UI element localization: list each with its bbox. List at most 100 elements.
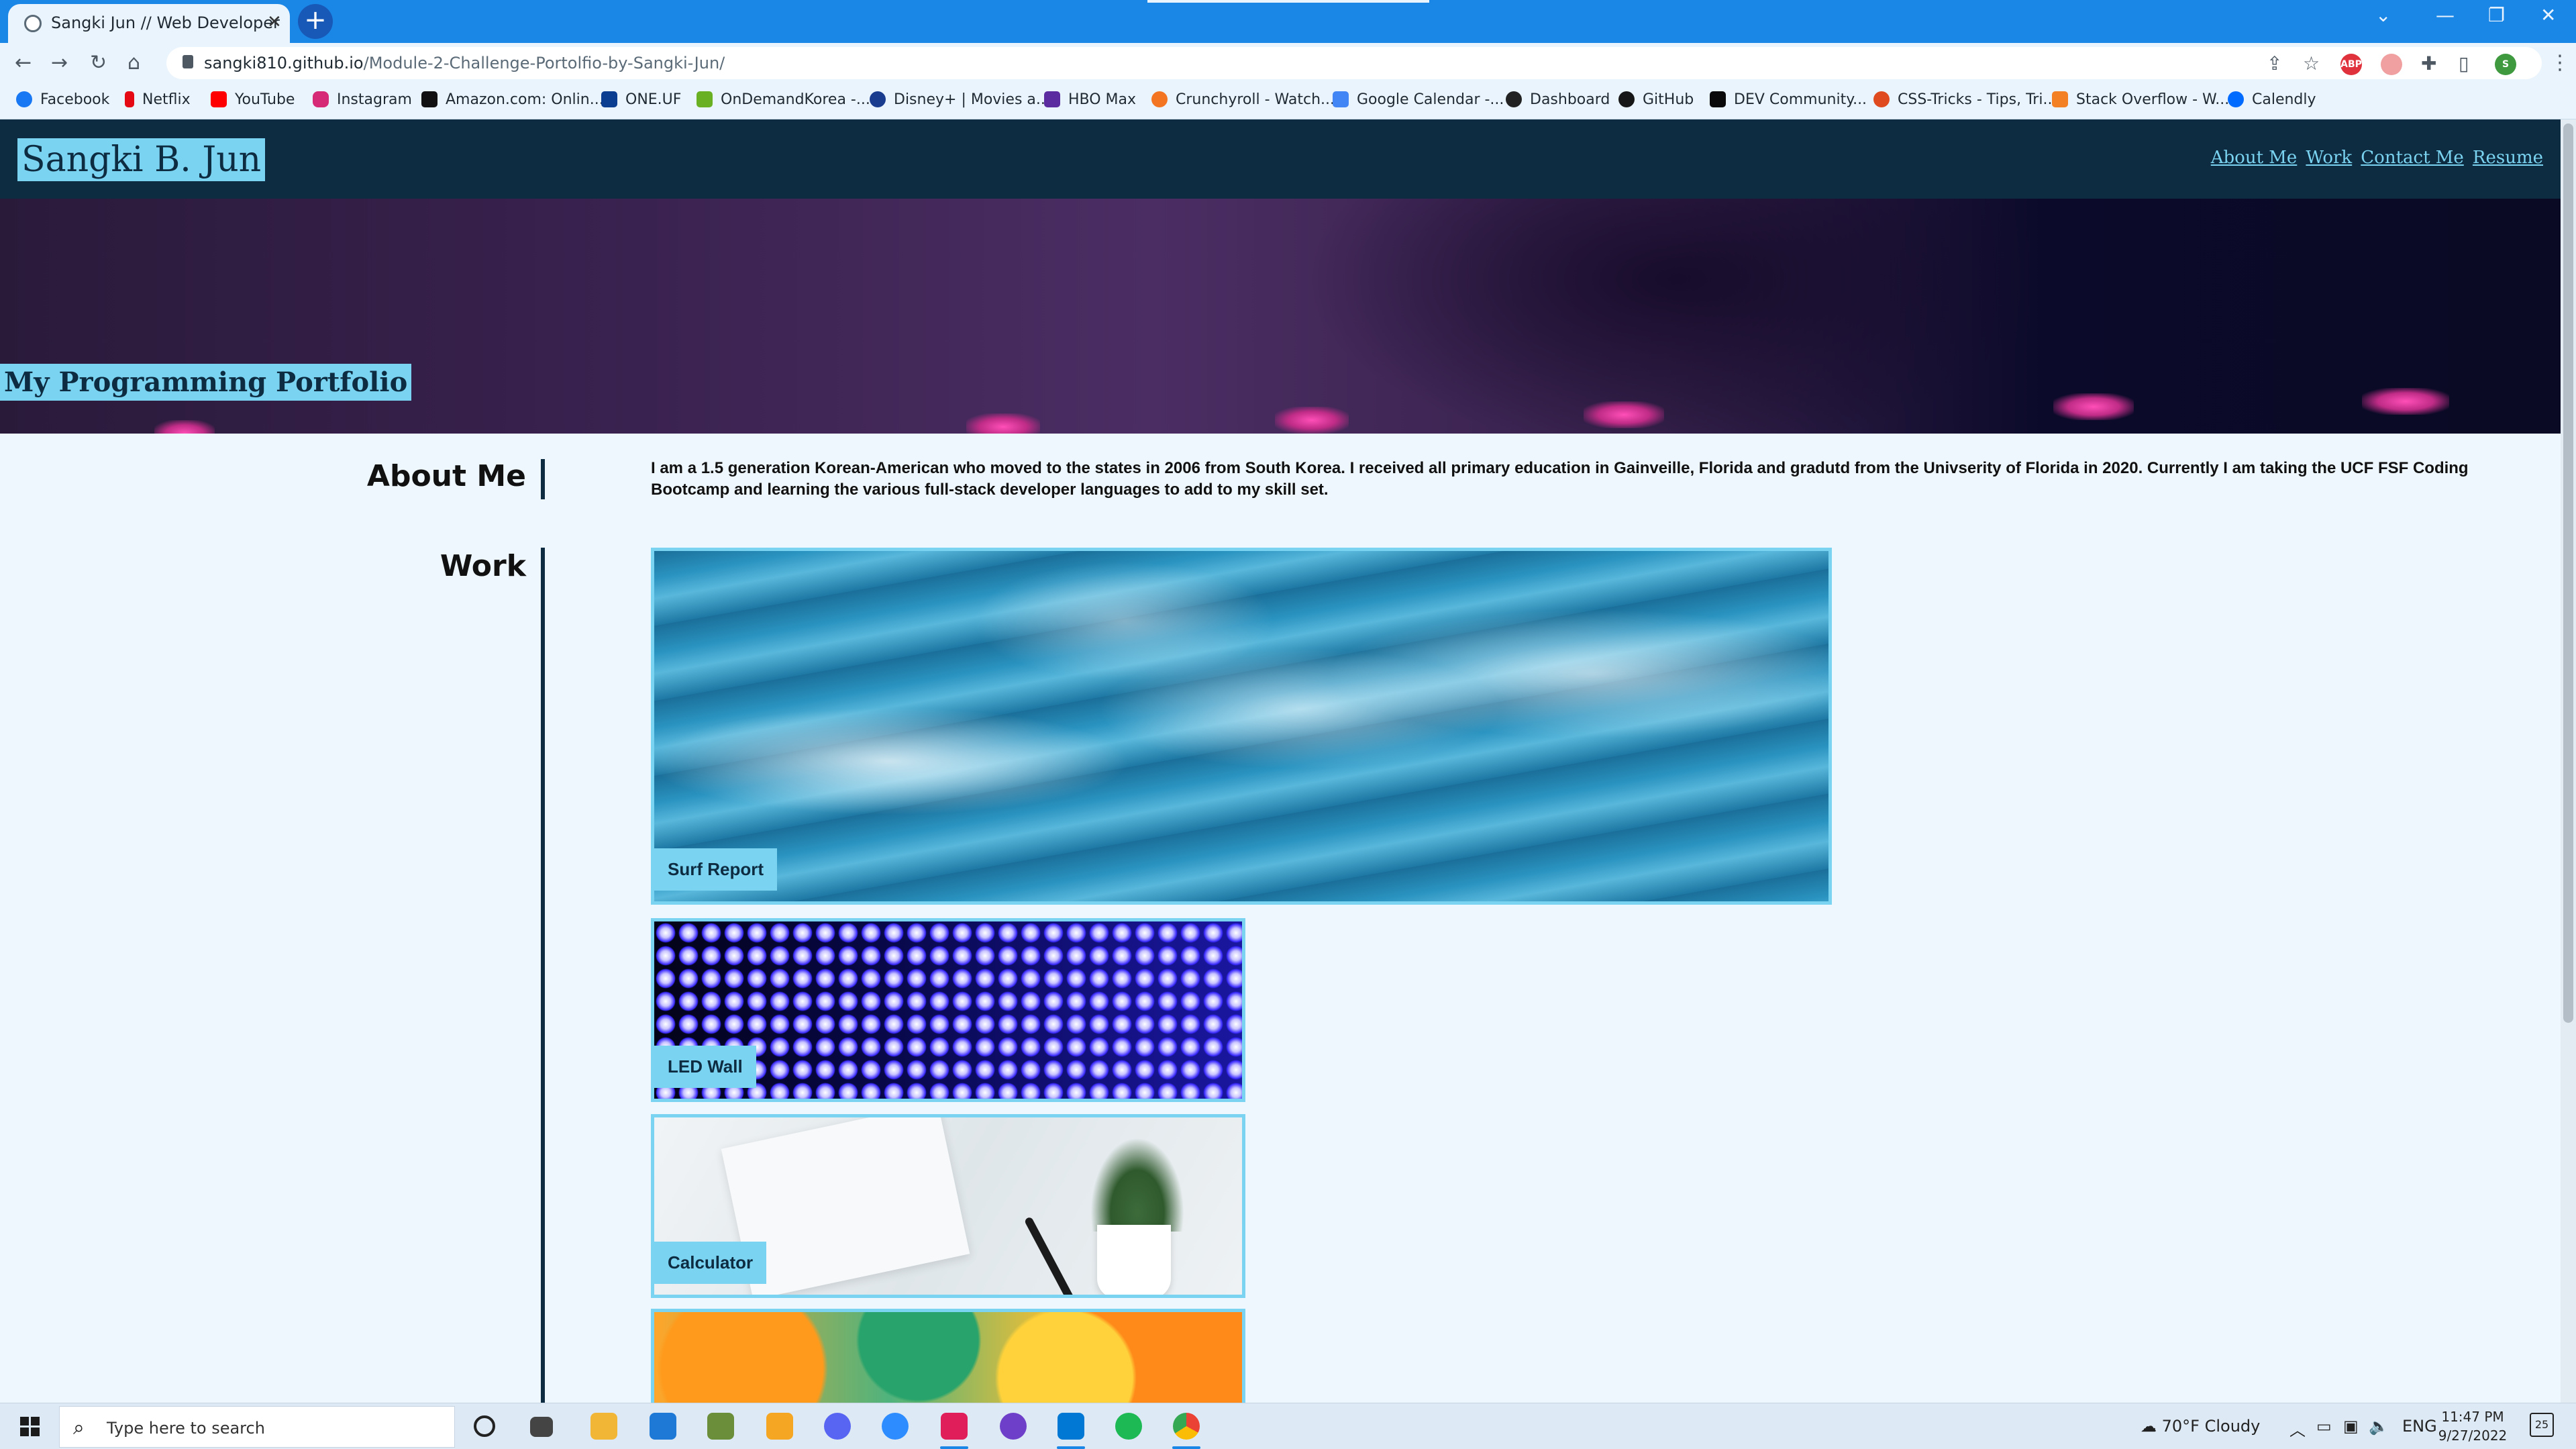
file-explorer-icon[interactable] (590, 1413, 617, 1440)
dev-icon (1710, 91, 1726, 107)
nav-link-contact-me[interactable]: Contact Me (2361, 148, 2464, 168)
github-desktop-icon[interactable] (1000, 1413, 1027, 1440)
bookmark-dashboard[interactable]: Dashboard (1506, 91, 1610, 108)
zoom-icon[interactable] (882, 1413, 909, 1440)
home-icon[interactable]: ⌂ (127, 51, 140, 74)
taskbar-search-box[interactable]: ⌕ Type here to search (59, 1406, 455, 1448)
bookmark-dev-community[interactable]: DEV Community... (1710, 91, 1867, 108)
stackoverflow-icon (2052, 91, 2068, 107)
notification-center-icon[interactable]: 25 (2530, 1413, 2554, 1437)
vscode-icon[interactable] (1058, 1413, 1084, 1440)
about-divider (541, 459, 545, 499)
address-bar[interactable]: sangki810.github.io/Module-2-Challenge-P… (166, 47, 2542, 79)
windows-taskbar: ⌕ Type here to search ☁ 70°F Cloudy ︿ ▭ … (0, 1403, 2576, 1449)
bookmark-ondemandkorea[interactable]: OnDemandKorea -... (697, 91, 870, 108)
browser-menu-icon[interactable]: ⋮ (2550, 51, 2570, 74)
weather-widget[interactable]: ☁ 70°F Cloudy (2141, 1417, 2260, 1436)
onedrive-icon[interactable]: ▭ (2316, 1417, 2332, 1436)
lock-icon[interactable] (183, 55, 193, 68)
browser-tab-active[interactable]: Sangki Jun // Web Developer ✕ (8, 4, 290, 43)
bookmark-one-uf[interactable]: ONE.UF (601, 91, 681, 108)
hero-shadow (1275, 199, 2080, 434)
bookmark-css-tricks[interactable]: CSS-Tricks - Tips, Tri... (1873, 91, 2057, 108)
show-hidden-icons-icon[interactable]: ︿ (2289, 1417, 2306, 1440)
restore-window-icon[interactable]: ❐ (2488, 4, 2505, 26)
vlc-icon[interactable] (766, 1413, 793, 1440)
ondemandkorea-icon (697, 91, 713, 107)
amazon-icon (421, 91, 437, 107)
tab-title: Sangki Jun // Web Developer (51, 13, 280, 32)
share-icon[interactable]: ⇪ (2267, 52, 2282, 74)
bookmark-disney[interactable]: Disney+ | Movies a... (870, 91, 1050, 108)
keyboard-key-glow (1584, 401, 1664, 428)
network-icon[interactable]: ▣ (2343, 1417, 2359, 1436)
spotify-icon[interactable] (1115, 1413, 1142, 1440)
tab-search-chevron-icon[interactable]: ⌄ (2375, 4, 2391, 26)
bookmark-stack-overflow[interactable]: Stack Overflow - W... (2052, 91, 2229, 108)
bookmark-google-calendar[interactable]: Google Calendar -... (1333, 91, 1504, 108)
hbomax-icon (1044, 91, 1060, 107)
nav-link-work[interactable]: Work (2306, 148, 2352, 168)
search-placeholder[interactable]: Type here to search (107, 1419, 265, 1438)
windows-start-icon[interactable] (20, 1417, 40, 1437)
bookmark-amazon[interactable]: Amazon.com: Onlin... (421, 91, 604, 108)
extension-icon[interactable] (2381, 54, 2402, 75)
discord-icon[interactable] (824, 1413, 851, 1440)
scrollbar-thumb[interactable] (2563, 123, 2573, 1023)
reload-icon[interactable]: ↻ (90, 51, 107, 74)
back-arrow-icon[interactable]: ← (15, 51, 32, 74)
project-card-led-wall[interactable]: LED Wall (651, 918, 1245, 1102)
new-tab-button[interactable]: + (298, 4, 333, 39)
nav-link-resume[interactable]: Resume (2473, 148, 2543, 168)
bookmark-crunchyroll[interactable]: Crunchyroll - Watch... (1151, 91, 1335, 108)
site-nav: About Me Work Contact Me Resume (2206, 148, 2543, 168)
close-tab-icon[interactable]: ✕ (267, 12, 282, 32)
volume-icon[interactable]: 🔈 (2369, 1417, 2389, 1436)
clock-time: 11:47 PM (2441, 1409, 2504, 1425)
task-view-icon[interactable] (530, 1417, 553, 1437)
bookmark-star-icon[interactable]: ☆ (2303, 52, 2320, 74)
project-label[interactable]: LED Wall (654, 1046, 756, 1088)
close-window-icon[interactable]: ✕ (2540, 4, 2556, 26)
globe-favicon-icon (24, 15, 42, 32)
project-card-calculator[interactable]: Calculator (651, 1114, 1245, 1298)
facebook-icon (16, 91, 32, 107)
slack-icon[interactable] (941, 1413, 968, 1440)
bookmark-calendly[interactable]: Calendly (2228, 91, 2316, 108)
work-divider (541, 548, 545, 1403)
github-icon (1618, 91, 1635, 107)
extensions-puzzle-icon[interactable]: ✚ (2421, 52, 2436, 74)
cloud-icon: ☁ (2141, 1417, 2162, 1436)
site-header: Sangki B. Jun About Me Work Contact Me R… (0, 119, 2561, 199)
taskbar-clock[interactable]: 11:47 PM 9/27/2022 (2429, 1407, 2516, 1445)
cortana-icon[interactable] (474, 1415, 495, 1437)
crunchyroll-icon (1151, 91, 1168, 107)
project-card-surf-report[interactable]: Surf Report (651, 548, 1832, 905)
adblock-extension-icon[interactable]: ABP (2340, 54, 2362, 75)
bookmark-instagram[interactable]: Instagram (313, 91, 412, 108)
bookmark-hbomax[interactable]: HBO Max (1044, 91, 1136, 108)
side-panel-icon[interactable]: ▯ (2459, 52, 2469, 74)
site-name-heading: Sangki B. Jun (17, 138, 266, 181)
project-label[interactable]: Calculator (654, 1242, 767, 1284)
youtube-icon (211, 91, 227, 107)
minecraft-icon[interactable] (707, 1413, 734, 1440)
url-text[interactable]: sangki810.github.io/Module-2-Challenge-P… (204, 54, 725, 72)
bookmark-youtube[interactable]: YouTube (211, 91, 295, 108)
calendar-icon (1333, 91, 1349, 107)
keyboard-key-glow (2362, 388, 2449, 415)
search-icon: ⌕ (73, 1416, 85, 1440)
chrome-icon[interactable] (1173, 1413, 1200, 1440)
project-label[interactable]: Surf Report (654, 848, 777, 891)
bookmark-netflix[interactable]: Netflix (125, 91, 191, 108)
uf-icon (601, 91, 617, 107)
bookmark-facebook[interactable]: Facebook (16, 91, 109, 108)
bookmark-github[interactable]: GitHub (1618, 91, 1694, 108)
profile-avatar[interactable]: S (2495, 54, 2516, 75)
forward-arrow-icon[interactable]: → (51, 51, 68, 74)
project-card-puzzle[interactable] (651, 1309, 1245, 1409)
mail-icon[interactable] (650, 1413, 676, 1440)
keyboard-key-glow (2053, 393, 2134, 420)
nav-link-about-me[interactable]: About Me (2211, 148, 2298, 168)
minimize-window-icon[interactable]: — (2436, 4, 2455, 26)
